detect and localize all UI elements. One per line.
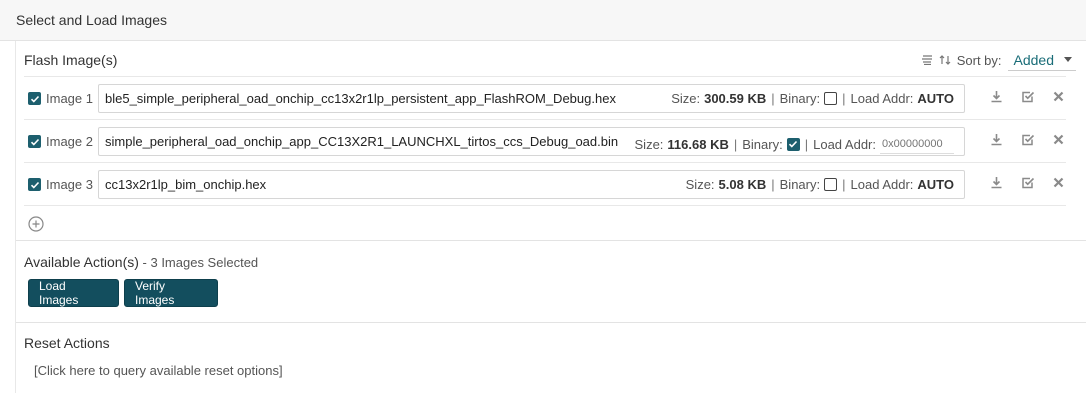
size-label: Size: (671, 91, 701, 106)
reset-actions-heading: Reset Actions (24, 335, 110, 351)
sort-icon[interactable] (939, 54, 951, 66)
image-row: Image 1 ble5_simple_peripheral_oad_onchi… (24, 76, 1066, 119)
image-row: Image 3 cc13x2r1lp_bim_onchip.hex Size: … (24, 162, 1066, 205)
images-panel: Flash Image(s) Sort by: Added Image 1 bl… (15, 41, 1086, 393)
section-title: Select and Load Images (16, 12, 167, 28)
binary-checkbox[interactable] (786, 137, 800, 151)
divider (16, 322, 1086, 323)
load-addr-label: Load Addr: (850, 177, 914, 192)
delete-icon[interactable] (1051, 89, 1066, 104)
load-addr-value: AUTO (917, 177, 954, 192)
verify-icon[interactable] (1020, 175, 1035, 190)
available-actions-heading: Available Action(s) - 3 Images Selected (24, 254, 259, 270)
check-icon (30, 95, 39, 103)
list-icon[interactable] (921, 54, 933, 66)
download-icon[interactable] (989, 132, 1004, 147)
image-filename: simple_peripheral_oad_onchip_app_CC13X2R… (105, 134, 619, 149)
row-actions (989, 132, 1066, 147)
image-checkbox-group: Image 2 (28, 134, 93, 149)
size-value: 5.08 KB (718, 177, 767, 192)
divider (16, 240, 1086, 241)
size-label: Size: (634, 136, 664, 152)
verify-icon[interactable] (1020, 89, 1035, 104)
size-value: 300.59 KB (704, 91, 767, 106)
check-icon (30, 138, 39, 146)
load-addr-label: Load Addr: (813, 136, 876, 152)
section-header: Select and Load Images (0, 0, 1086, 41)
add-circle-icon[interactable] (28, 216, 44, 232)
add-image-row (24, 205, 1066, 232)
selected-count: - 3 Images Selected (138, 255, 259, 270)
size-label: Size: (685, 177, 715, 192)
query-reset-options-link[interactable]: [Click here to query available reset opt… (34, 363, 283, 378)
image-file-field[interactable]: simple_peripheral_oad_onchip_app_CC13X2R… (98, 127, 965, 156)
sort-select[interactable]: Added (1007, 49, 1076, 71)
download-icon[interactable] (989, 89, 1004, 104)
row-actions (989, 89, 1066, 104)
binary-checkbox[interactable] (824, 92, 838, 105)
chevron-down-icon (1064, 57, 1072, 62)
size-value: 116.68 KB (667, 136, 729, 152)
image-meta: Size: 300.59 KB | Binary: | Load Addr: A… (671, 91, 954, 106)
image-checkbox-group: Image 1 (28, 91, 93, 106)
image-checkbox-group: Image 3 (28, 177, 93, 192)
sort-label: Sort by: (956, 52, 1002, 68)
sort-bar: Sort by: Added (921, 49, 1076, 71)
image-filename: cc13x2r1lp_bim_onchip.hex (105, 177, 267, 192)
check-icon (30, 181, 39, 189)
image-1-checkbox[interactable] (28, 92, 41, 105)
delete-icon[interactable] (1051, 175, 1066, 190)
verify-icon[interactable] (1020, 132, 1035, 147)
verify-images-button[interactable]: Verify Images (124, 279, 218, 307)
download-icon[interactable] (989, 175, 1004, 190)
binary-label: Binary: (779, 91, 821, 106)
image-filename: ble5_simple_peripheral_oad_onchip_cc13x2… (105, 91, 616, 106)
load-images-button[interactable]: Load Images (28, 279, 119, 307)
delete-icon[interactable] (1051, 132, 1066, 147)
row-actions (989, 175, 1066, 190)
binary-label: Binary: (779, 177, 821, 192)
binary-checkbox[interactable] (824, 178, 838, 191)
image-meta: Size: 116.68 KB | Binary: | Load Addr: (635, 134, 954, 154)
image-label: Image 1 (46, 91, 93, 106)
binary-label: Binary: (742, 136, 783, 152)
image-3-checkbox[interactable] (28, 178, 41, 191)
load-addr-input[interactable] (880, 134, 954, 154)
sort-value: Added (1013, 51, 1054, 68)
image-file-field[interactable]: ble5_simple_peripheral_oad_onchip_cc13x2… (98, 84, 965, 113)
flash-images-heading: Flash Image(s) (24, 52, 118, 68)
image-label: Image 3 (46, 177, 93, 192)
load-addr-value: AUTO (917, 91, 954, 106)
image-label: Image 2 (46, 134, 93, 149)
image-file-field[interactable]: cc13x2r1lp_bim_onchip.hex Size: 5.08 KB … (98, 170, 965, 199)
check-icon (789, 140, 798, 148)
image-meta: Size: 5.08 KB | Binary: | Load Addr: AUT… (685, 177, 954, 192)
load-addr-label: Load Addr: (850, 91, 914, 106)
image-2-checkbox[interactable] (28, 135, 41, 148)
image-row: Image 2 simple_peripheral_oad_onchip_app… (24, 119, 1066, 162)
